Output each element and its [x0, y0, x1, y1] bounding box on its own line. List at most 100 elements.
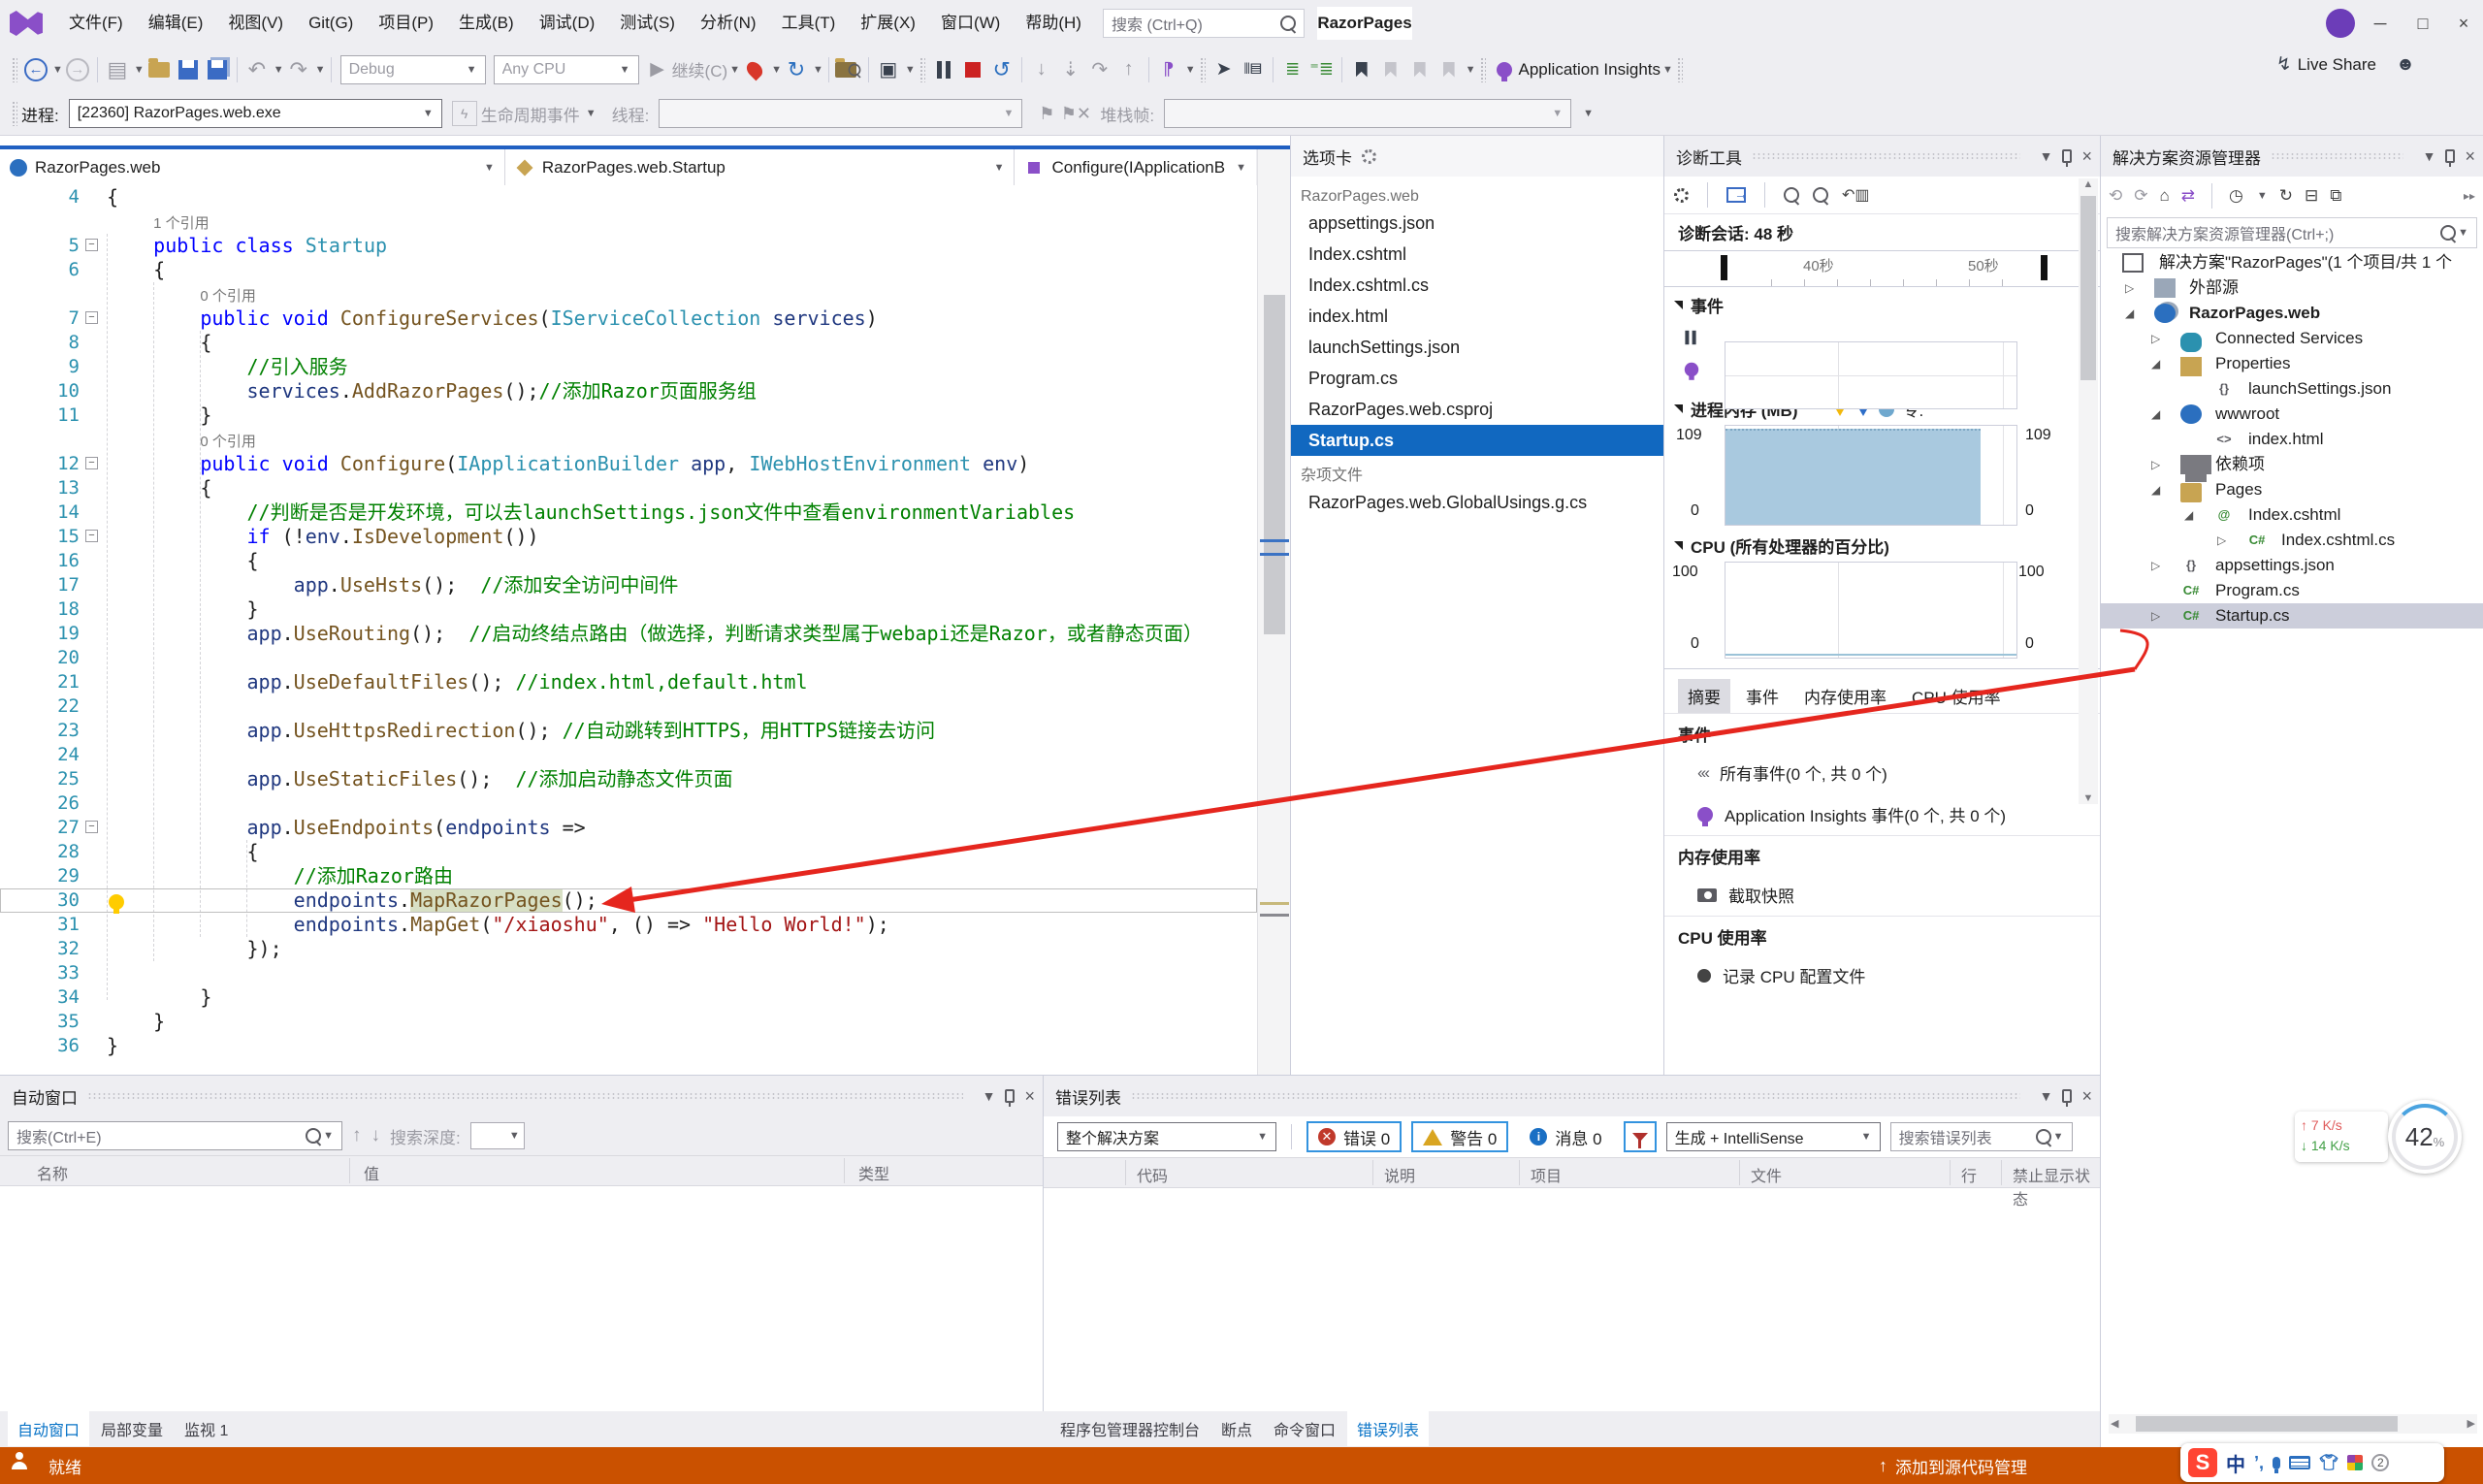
tab-item-index.html[interactable]: index.html	[1291, 301, 1663, 332]
code-line[interactable]: 20	[0, 646, 1257, 670]
codelens-references[interactable]: 0 个引用	[200, 434, 256, 450]
continue-dropdown-icon[interactable]: ▼	[729, 64, 740, 76]
menu-item-13[interactable]: 帮助(H)	[1013, 0, 1094, 47]
menu-item-5[interactable]: 项目(P)	[366, 0, 446, 47]
pin-icon[interactable]	[1005, 1089, 1015, 1103]
tab-item-Index.cshtml[interactable]: Index.cshtml	[1291, 239, 1663, 270]
tree-item-外部源[interactable]: ▷外部源	[2101, 275, 2483, 301]
code-structure-icon[interactable]: ⦀▤	[1239, 55, 1268, 84]
code-line[interactable]: 16 {	[0, 549, 1257, 573]
tree-item-依赖项[interactable]: ▷依赖项	[2101, 452, 2483, 477]
code-line[interactable]: 12− public void Configure(IApplicationBu…	[0, 452, 1257, 476]
save-button[interactable]	[174, 55, 203, 84]
chevron-down-icon[interactable]: ◢	[2151, 402, 2160, 427]
web-browser-icon[interactable]: ▣	[874, 55, 903, 84]
sogou-logo-icon[interactable]: S	[2188, 1448, 2217, 1477]
restart-debugging-button[interactable]: ↺	[987, 55, 1016, 84]
code-line[interactable]: 4{	[0, 185, 1257, 210]
timeline-start-marker[interactable]	[1721, 255, 1727, 280]
toggle-bookmark-icon[interactable]	[1347, 55, 1376, 84]
nav-type-dropdown[interactable]: RazorPages.web.Startup▼	[505, 149, 1016, 185]
lifecycle-events-dropdown[interactable]: 生命周期事件	[481, 102, 580, 126]
web-browser-dropdown-icon[interactable]: ▼	[905, 64, 916, 76]
window-position-dropdown-icon[interactable]: ▼	[2423, 148, 2436, 164]
memory-chart[interactable]	[1725, 425, 2017, 526]
preview-selected-icon[interactable]: ⧉	[2330, 186, 2341, 206]
events-track-chart[interactable]	[1725, 341, 2017, 409]
fold-collapse-icon[interactable]: −	[85, 239, 98, 251]
code-editor[interactable]: 4{1 个引用5− public class Startup6 {0 个引用7−…	[0, 185, 1257, 1081]
account-avatar[interactable]	[2326, 9, 2355, 38]
take-snapshot-link[interactable]: 截取快照	[1664, 874, 2100, 916]
chevron-right-icon[interactable]: ▷	[2125, 275, 2134, 301]
tree-item-Properties[interactable]: ◢Properties	[2101, 351, 2483, 376]
save-all-button[interactable]	[203, 55, 232, 84]
restart-app-icon[interactable]: ↻	[782, 55, 811, 84]
pin-icon[interactable]	[2445, 149, 2455, 163]
tree-item-Pages[interactable]: ◢Pages	[2101, 477, 2483, 502]
close-icon[interactable]: ×	[2081, 1086, 2092, 1107]
tree-item-index.html[interactable]: <>index.html	[2101, 427, 2483, 452]
code-line[interactable]: 17 app.UseHsts(); //添加安全访问中间件	[0, 573, 1257, 597]
tree-item-Index.cshtml[interactable]: ◢@Index.cshtml	[2101, 502, 2483, 528]
toolbar-drag-grip[interactable]	[12, 57, 17, 82]
chevron-right-icon[interactable]: ▷	[2151, 326, 2160, 351]
code-line[interactable]: 21 app.UseDefaultFiles(); //index.html,d…	[0, 670, 1257, 694]
code-line[interactable]: 36}	[0, 1034, 1257, 1058]
chevron-down-icon[interactable]: ◢	[2125, 301, 2134, 326]
code-line[interactable]: 26	[0, 791, 1257, 816]
navigate-forward-button[interactable]: →	[63, 55, 92, 84]
redo-dropdown-icon[interactable]: ▼	[315, 64, 326, 76]
scrollbar-thumb[interactable]	[1264, 295, 1285, 634]
code-line[interactable]: 5− public class Startup	[0, 234, 1257, 258]
autos-header[interactable]: 自动窗口 ▼ ×	[0, 1076, 1043, 1116]
previous-bookmark-icon[interactable]	[1376, 55, 1405, 84]
tab-item-Startup.cs[interactable]: Startup.cs	[1291, 425, 1663, 456]
code-line[interactable]: 18 }	[0, 597, 1257, 622]
menu-item-6[interactable]: 生成(B)	[446, 0, 527, 47]
window-position-dropdown-icon[interactable]: ▼	[2040, 1088, 2053, 1104]
search-up-icon[interactable]: ↑	[352, 1125, 362, 1146]
messages-filter-button[interactable]: i消息 0	[1518, 1121, 1613, 1152]
code-line[interactable]: 19 app.UseRouting(); //启动终结点路由（做选择，判断请求类…	[0, 622, 1257, 646]
stackframe-dropdown[interactable]: ▼	[1164, 99, 1571, 128]
codelens-references[interactable]: 0 个引用	[200, 288, 256, 305]
menu-item-1[interactable]: 文件(F)	[56, 0, 136, 47]
code-line[interactable]: 7− public void ConfigureServices(IServic…	[0, 306, 1257, 331]
menu-item-9[interactable]: 分析(N)	[688, 0, 769, 47]
code-line[interactable]: 33	[0, 961, 1257, 985]
indent-increase-icon[interactable]: ⁼≣	[1307, 55, 1337, 84]
new-item-button[interactable]: ▤	[103, 55, 132, 84]
code-line[interactable]: 30 endpoints.MapRazorPages();	[0, 888, 1257, 913]
pin-icon[interactable]	[2062, 149, 2072, 163]
indent-decrease-icon[interactable]: ≣	[1278, 55, 1307, 84]
tree-item-Index.cshtml.cs[interactable]: ▷C#Index.cshtml.cs	[2101, 528, 2483, 553]
column-header-禁止显示状态[interactable]: 禁止显示状态	[2013, 1163, 2100, 1210]
code-line[interactable]: 10 services.AddRazorPages();//添加Razor页面服…	[0, 379, 1257, 403]
menu-item-4[interactable]: Git(G)	[296, 0, 366, 47]
diagnostics-tab-内存使用率[interactable]: 内存使用率	[1794, 679, 1896, 713]
microphone-icon[interactable]	[2273, 1457, 2280, 1469]
nav-project-dropdown[interactable]: RazorPages.web▼	[0, 149, 505, 185]
bottom-tab-断点[interactable]: 断点	[1211, 1411, 1262, 1446]
reset-view-icon[interactable]: ↶▥	[1842, 185, 1870, 205]
window-position-dropdown-icon[interactable]: ▼	[983, 1088, 996, 1104]
ime-punctuation[interactable]: ’,	[2254, 1453, 2264, 1473]
warnings-filter-button[interactable]: 警告 0	[1411, 1121, 1508, 1152]
bottom-tab-局部变量[interactable]: 局部变量	[91, 1411, 173, 1446]
chevron-down-icon[interactable]: ◢	[2151, 351, 2160, 376]
continue-button[interactable]: 继续(C)	[672, 57, 728, 81]
percent-badge-overlay[interactable]: 42 %	[2388, 1100, 2462, 1174]
keyboard-icon[interactable]	[2289, 1456, 2310, 1469]
bottom-tab-监视 1[interactable]: 监视 1	[175, 1411, 238, 1446]
events-section-header[interactable]: 事件	[1664, 287, 2100, 321]
search-depth-dropdown[interactable]: ▼	[470, 1122, 525, 1149]
feedback-icon[interactable]	[12, 1462, 27, 1469]
toolbox-grid-icon[interactable]	[2347, 1455, 2363, 1470]
flag-threads-icon[interactable]: ⚑	[1032, 99, 1061, 128]
code-line[interactable]: 25 app.UseStaticFiles(); //添加启动静态文件页面	[0, 767, 1257, 791]
scroll-right-arrow[interactable]: ▶	[2467, 1414, 2475, 1434]
browse-with-icon[interactable]	[834, 55, 863, 84]
diagnostics-scrollbar[interactable]: ▲ ▼	[2079, 178, 2098, 804]
error-list-body[interactable]	[1044, 1188, 2100, 1372]
